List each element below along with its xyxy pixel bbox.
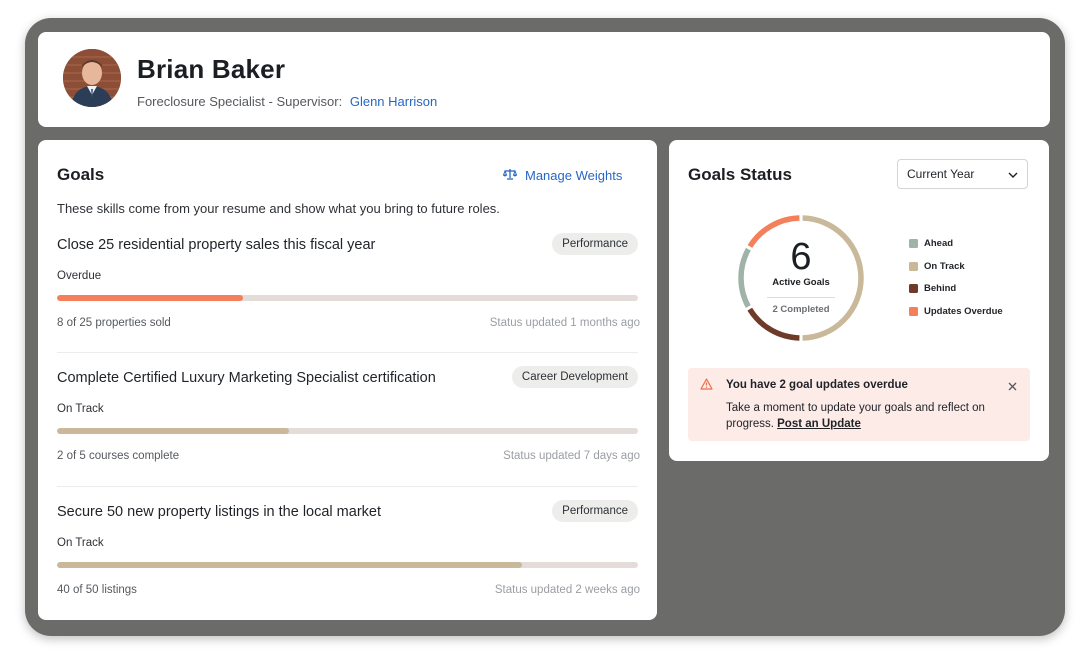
divider [57,352,638,353]
legend-swatch [909,261,918,271]
goal-title[interactable]: Secure 50 new property listings in the l… [57,504,381,520]
goal-status: On Track [57,403,104,415]
legend-swatch [909,306,918,316]
legend-label: On Track [924,260,965,272]
alert-title: You have 2 goal updates overdue [726,379,908,391]
goal-progress-text: 2 of 5 courses complete [57,450,180,462]
goal-item[interactable]: Complete Certified Luxury Marketing Spec… [38,366,657,490]
progress-fill [57,428,290,434]
progress-track [57,295,638,301]
manage-weights-button[interactable]: Manage Weights [502,168,623,183]
avatar[interactable] [63,49,121,107]
alert-body: Take a moment to update your goals and r… [726,400,1016,432]
completed-goals-label: 2 Completed [772,304,830,315]
supervisor-prefix: - Supervisor: [268,94,343,109]
legend-swatch [909,239,918,248]
goal-tag: Career Development [511,366,638,388]
profile-subtitle: Foreclosure Specialist - Supervisor: Gle… [137,94,437,109]
period-select[interactable]: Current Year [897,159,1028,189]
profile-role: Foreclosure Specialist [137,94,265,109]
legend-label: Ahead [924,238,954,249]
goals-status-card: Goals Status Current Year 6 Active Goals… [669,140,1049,461]
goal-tag: Performance [552,233,638,255]
profile-header: Brian Baker Foreclosure Specialist - Sup… [38,32,1050,127]
goal-tag: Performance [552,500,638,522]
legend-label: Behind [924,283,957,294]
progress-fill [57,562,522,568]
progress-track [57,428,638,434]
legend-swatch [909,284,918,293]
period-select-value: Current Year [907,167,975,181]
goals-card: Goals Manage Weights These skills come f… [38,140,657,620]
donut-center: 6 Active Goals 2 Completed [736,213,866,343]
goal-updated-text: Status updated 1 months ago [489,317,640,329]
goal-status: On Track [57,537,104,549]
goal-title[interactable]: Complete Certified Luxury Marketing Spec… [57,370,436,386]
close-icon[interactable] [1008,378,1017,396]
goal-progress-text: 40 of 50 listings [57,584,137,596]
goal-updated-text: Status updated 7 days ago [503,450,640,462]
legend-label: Updates Overdue [924,305,1003,317]
warning-icon [700,377,713,395]
goals-description: These skills come from your resume and s… [57,201,500,216]
goal-item[interactable]: Close 25 residential property sales this… [38,233,657,357]
profile-name: Brian Baker [137,54,286,84]
goal-status: Overdue [57,270,102,282]
post-update-link[interactable]: Post an Update [777,418,861,430]
goals-title: Goals [57,165,105,184]
chevron-down-icon [1008,167,1018,181]
progress-track [57,562,638,568]
supervisor-link[interactable]: Glenn Harrison [350,94,437,109]
goal-item[interactable]: Secure 50 new property listings in the l… [38,500,657,624]
active-goals-count: 6 [790,236,812,278]
progress-fill [57,295,243,301]
manage-weights-label: Manage Weights [525,168,623,183]
overdue-alert: You have 2 goal updates overdue Take a m… [688,368,1030,441]
goal-title[interactable]: Close 25 residential property sales this… [57,237,375,253]
goal-progress-text: 8 of 25 properties sold [57,317,171,329]
goals-status-title: Goals Status [688,165,792,184]
active-goals-label: Active Goals [772,277,830,288]
goal-updated-text: Status updated 2 weeks ago [494,584,640,596]
scale-icon [502,168,518,183]
divider [57,486,638,487]
donut-divider [767,297,835,298]
